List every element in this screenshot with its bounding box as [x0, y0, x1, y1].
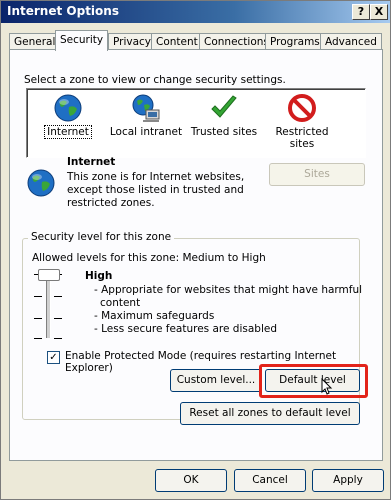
zone-label: Internet: [44, 125, 92, 139]
security-tab-panel: Select a zone to view or change security…: [9, 49, 383, 461]
help-button[interactable]: ?: [352, 4, 370, 20]
apply-button[interactable]: Apply: [312, 469, 384, 492]
cancel-button[interactable]: Cancel: [234, 469, 306, 492]
level-bullet: content: [100, 297, 141, 309]
tab-connections[interactable]: Connections: [199, 33, 274, 50]
globe-icon: [54, 94, 82, 122]
default-level-button[interactable]: Default level: [265, 369, 360, 392]
zone-local-intranet[interactable]: Local intranet: [107, 91, 185, 138]
zone-label: Local intranet: [109, 126, 183, 138]
custom-level-button[interactable]: Custom level...: [170, 369, 262, 392]
zone-label: Trusted sites: [190, 126, 258, 138]
tab-privacy[interactable]: Privacy: [108, 33, 157, 50]
internet-options-window: Internet Options ? X General Security Pr…: [0, 0, 391, 500]
tab-general[interactable]: General: [9, 33, 61, 50]
title-bar[interactable]: Internet Options ? X: [1, 1, 390, 23]
tab-content[interactable]: Content: [151, 33, 203, 50]
protected-mode-checkbox[interactable]: ✓: [47, 351, 60, 364]
ok-button[interactable]: OK: [155, 469, 227, 492]
zone-info-title: Internet: [67, 156, 116, 168]
zone-list: Internet Local intranet Trusted sites Re…: [26, 88, 366, 158]
level-bullet: - Less secure features are disabled: [94, 323, 278, 335]
level-name: High: [85, 270, 113, 282]
zone-info-description: This zone is for Internet websites, exce…: [67, 171, 245, 209]
checkmark-icon: [211, 95, 237, 118]
reset-all-zones-button[interactable]: Reset all zones to default level: [180, 402, 360, 425]
zone-trusted-sites[interactable]: Trusted sites: [185, 91, 263, 138]
restricted-icon: [288, 94, 316, 122]
tab-programs[interactable]: Programs: [265, 33, 325, 50]
security-level-group-title: Security level for this zone: [28, 231, 175, 243]
sites-button[interactable]: Sites: [269, 163, 365, 186]
level-description: - Appropriate for websites that might ha…: [94, 284, 362, 336]
tab-advanced[interactable]: Advanced: [320, 33, 382, 50]
tab-security[interactable]: Security: [55, 30, 109, 51]
level-bullet: - Maximum safeguards: [94, 310, 215, 322]
slider-thumb[interactable]: [38, 269, 60, 281]
allowed-levels-text: Allowed levels for this zone: Medium to …: [32, 252, 266, 264]
level-bullet: - Appropriate for websites that might ha…: [94, 284, 363, 296]
zone-restricted-sites[interactable]: Restricted sites: [263, 91, 341, 150]
globe-icon: [27, 169, 55, 197]
zone-label: Restricted sites: [275, 126, 329, 150]
tab-strip: General Security Privacy Content Connect…: [9, 30, 382, 51]
zone-instruction: Select a zone to view or change security…: [24, 74, 286, 86]
mouse-cursor-icon: [321, 378, 333, 395]
intranet-icon: [132, 94, 160, 122]
zone-internet[interactable]: Internet: [29, 91, 107, 139]
close-button[interactable]: X: [370, 4, 388, 20]
window-title: Internet Options: [7, 4, 119, 18]
